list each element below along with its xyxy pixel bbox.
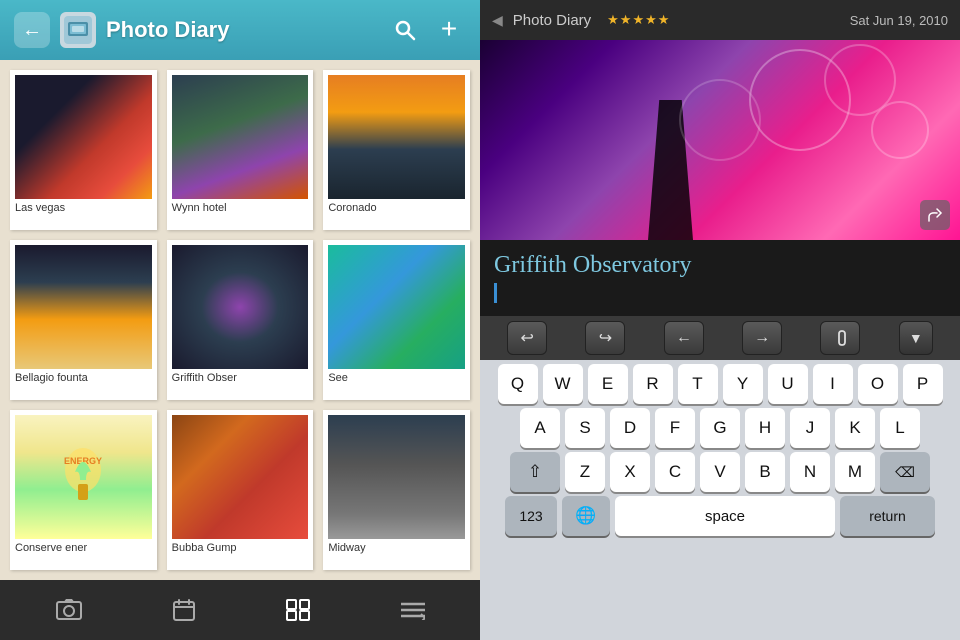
key-i[interactable]: I: [813, 364, 853, 404]
photo-label-wynn: Wynn hotel: [172, 199, 309, 216]
space-key[interactable]: space: [615, 496, 835, 536]
photo-item-griffith[interactable]: Griffith Obser: [167, 240, 314, 400]
back-button[interactable]: ←: [14, 12, 50, 48]
key-w[interactable]: W: [543, 364, 583, 404]
keyboard-row-1: Q W E R T Y U I O P: [484, 364, 956, 404]
rating-stars: ★★★★★: [607, 12, 840, 28]
photo-thumb-bellagio: [15, 245, 152, 369]
redo-button[interactable]: ↪: [585, 321, 625, 355]
add-button[interactable]: +: [432, 13, 466, 47]
photo-thumb-coronado: [328, 75, 465, 199]
cursor-right-button[interactable]: →: [742, 321, 782, 355]
share-button[interactable]: [920, 200, 950, 230]
delete-key[interactable]: ⌫: [880, 452, 930, 492]
photo-thumb-conserve: ENERGY: [15, 415, 152, 539]
key-v[interactable]: V: [700, 452, 740, 492]
entry-photo: [480, 40, 960, 240]
photo-item-bellagio[interactable]: Bellagio founta: [10, 240, 157, 400]
photo-thumb-lasvegas: [15, 75, 152, 199]
photo-item-coronado[interactable]: Coronado: [323, 70, 470, 230]
left-toolbar: [0, 580, 480, 640]
key-a[interactable]: A: [520, 408, 560, 448]
key-b[interactable]: B: [745, 452, 785, 492]
app-icon: [60, 12, 96, 48]
photo-item-conserve[interactable]: ENERGY Conserve ener: [10, 410, 157, 570]
key-u[interactable]: U: [768, 364, 808, 404]
edit-toolbar: ↩ ↪ ← → ▼: [480, 316, 960, 360]
key-z[interactable]: Z: [565, 452, 605, 492]
key-j[interactable]: J: [790, 408, 830, 448]
photo-label-see: See: [328, 369, 465, 386]
cursor-left-button[interactable]: ←: [664, 321, 704, 355]
num-key[interactable]: 123: [505, 496, 557, 536]
key-t[interactable]: T: [678, 364, 718, 404]
keyboard-row-3: ⇧ Z X C V B N M ⌫: [484, 452, 956, 492]
key-h[interactable]: H: [745, 408, 785, 448]
key-p[interactable]: P: [903, 364, 943, 404]
entry-date: Sat Jun 19, 2010: [850, 13, 948, 28]
undo-button[interactable]: ↩: [507, 321, 547, 355]
key-y[interactable]: Y: [723, 364, 763, 404]
key-c[interactable]: C: [655, 452, 695, 492]
key-m[interactable]: M: [835, 452, 875, 492]
right-header: ◀ Photo Diary ★★★★★ Sat Jun 19, 2010: [480, 0, 960, 40]
photo-item-see[interactable]: See: [323, 240, 470, 400]
photo-label-coronado: Coronado: [328, 199, 465, 216]
return-key[interactable]: return: [840, 496, 935, 536]
key-r[interactable]: R: [633, 364, 673, 404]
photo-item-wynn[interactable]: Wynn hotel: [167, 70, 314, 230]
shift-key[interactable]: ⇧: [510, 452, 560, 492]
photo-item-lasvegas[interactable]: Las vegas: [10, 70, 157, 230]
expand-button[interactable]: ▼: [899, 321, 933, 355]
key-e[interactable]: E: [588, 364, 628, 404]
photo-label-griffith: Griffith Obser: [172, 369, 309, 386]
keyboard-bottom-row: 123 🌐 space return: [484, 496, 956, 536]
photo-item-bubba[interactable]: Bubba Gump: [167, 410, 314, 570]
toolbar-calendar-btn[interactable]: [157, 591, 211, 629]
key-s[interactable]: S: [565, 408, 605, 448]
key-l[interactable]: L: [880, 408, 920, 448]
right-panel-title: Photo Diary: [513, 12, 591, 29]
photo-label-midway: Midway: [328, 539, 465, 556]
search-button[interactable]: [388, 13, 422, 47]
key-q[interactable]: Q: [498, 364, 538, 404]
toolbar-photo-btn[interactable]: [40, 591, 98, 629]
key-g[interactable]: G: [700, 408, 740, 448]
key-f[interactable]: F: [655, 408, 695, 448]
back-chevron-icon: ◀: [492, 12, 503, 29]
globe-key[interactable]: 🌐: [562, 496, 610, 536]
entry-content: Griffith Observatory: [480, 240, 960, 316]
photo-thumb-griffith: [172, 245, 309, 369]
keyboard-row-2: A S D F G H J K L: [484, 408, 956, 448]
keyboard: Q W E R T Y U I O P A S D F G H J K L ⇧ …: [480, 360, 960, 640]
photo-grid: Las vegas Wynn hotel Coronado Bellagio f…: [0, 60, 480, 580]
left-header: ← Photo Diary +: [0, 0, 480, 60]
photo-thumb-bubba: [172, 415, 309, 539]
photo-label-bellagio: Bellagio founta: [15, 369, 152, 386]
key-o[interactable]: O: [858, 364, 898, 404]
photo-item-midway[interactable]: Midway: [323, 410, 470, 570]
key-x[interactable]: X: [610, 452, 650, 492]
photo-label-lasvegas: Las vegas: [15, 199, 152, 216]
entry-title[interactable]: Griffith Observatory: [494, 252, 946, 279]
toolbar-menu-btn[interactable]: [385, 592, 441, 628]
photo-thumb-see: [328, 245, 465, 369]
photo-label-bubba: Bubba Gump: [172, 539, 309, 556]
key-d[interactable]: D: [610, 408, 650, 448]
right-panel: ◀ Photo Diary ★★★★★ Sat Jun 19, 2010 Gri…: [480, 0, 960, 640]
photo-label-conserve: Conserve ener: [15, 539, 152, 556]
left-panel-title: Photo Diary: [106, 17, 378, 43]
toolbar-grid-btn[interactable]: [270, 591, 326, 629]
photo-thumb-wynn: [172, 75, 309, 199]
attach-button[interactable]: [820, 321, 860, 355]
key-k[interactable]: K: [835, 408, 875, 448]
text-cursor: [494, 283, 497, 303]
key-n[interactable]: N: [790, 452, 830, 492]
left-panel: ← Photo Diary + Las vegas: [0, 0, 480, 640]
photo-thumb-midway: [328, 415, 465, 539]
